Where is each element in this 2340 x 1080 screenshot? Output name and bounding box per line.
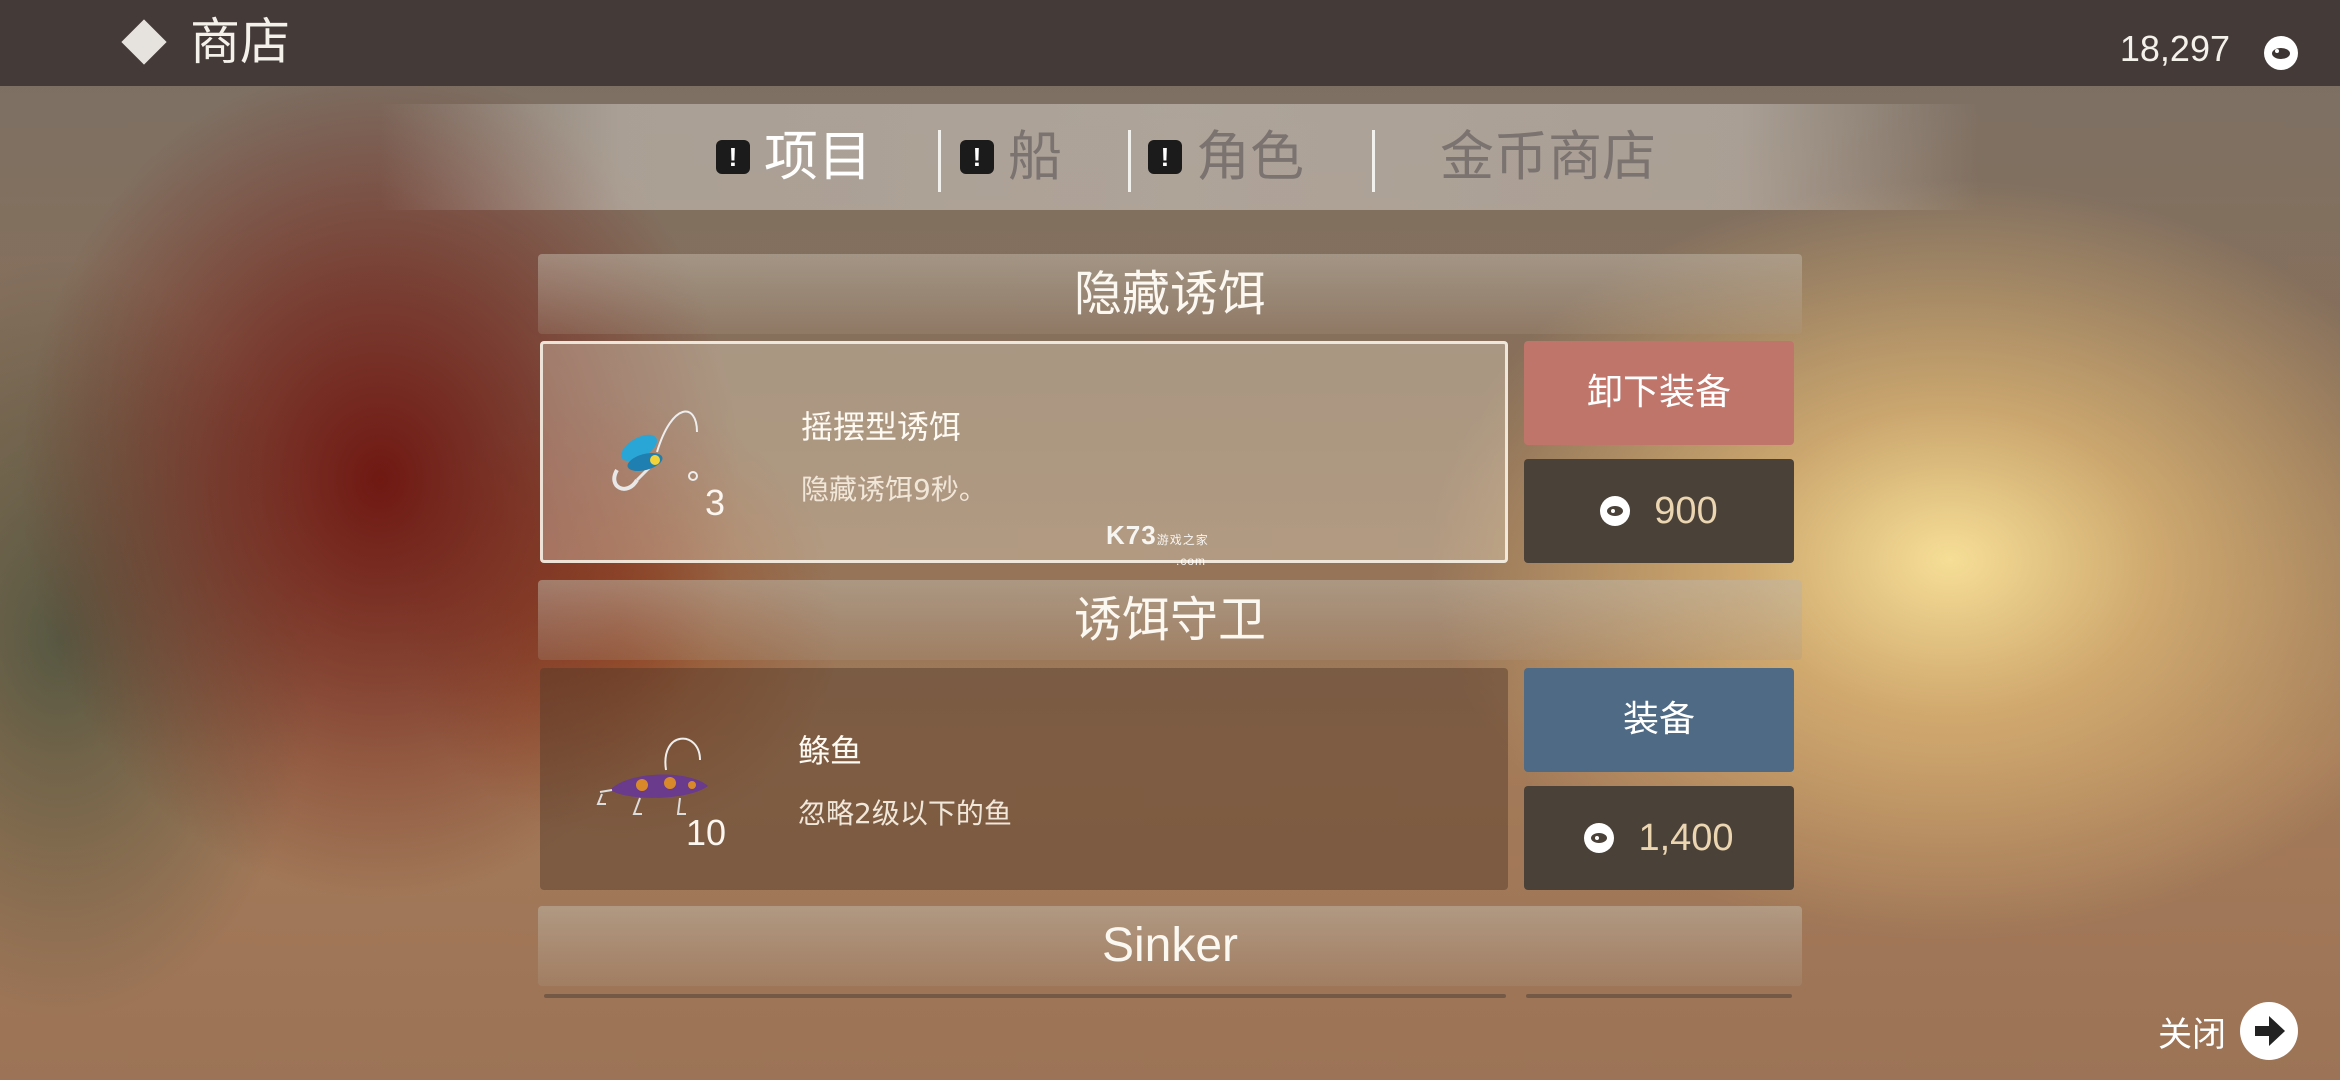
- alert-icon: !: [1148, 140, 1182, 174]
- price-value: 1,400: [1638, 816, 1734, 859]
- unequip-button[interactable]: 卸下装备: [1524, 341, 1794, 445]
- fish-coin-icon: [1584, 823, 1615, 853]
- arrow-right-icon: [2240, 1002, 2298, 1060]
- tab-boat[interactable]: ! 船: [960, 120, 1062, 194]
- top-bar: [0, 0, 2340, 86]
- tab-divider: [938, 130, 941, 192]
- item-quantity: 3: [705, 482, 726, 523]
- tab-divider: [1372, 130, 1375, 192]
- alert-icon: !: [960, 140, 994, 174]
- section-header-sinker: Sinker: [538, 906, 1802, 986]
- close-button[interactable]: 关闭: [2158, 1002, 2298, 1060]
- coin-balance: 18,297: [2119, 28, 2230, 69]
- fish-coin-icon: [2264, 36, 2298, 70]
- item-description: 忽略2级以下的鱼: [798, 797, 1012, 830]
- fish-coin-icon: [1600, 496, 1631, 526]
- item-name: 摇摆型诱饵: [801, 408, 962, 446]
- fly-lure-icon: [612, 410, 698, 491]
- watermark-logo: K73游戏之家 .com: [1106, 520, 1209, 568]
- tab-label: 角色: [1196, 125, 1304, 188]
- tab-label: 船: [1008, 125, 1062, 188]
- button-edge: [1526, 994, 1792, 998]
- item-name: 鲦鱼: [798, 732, 863, 770]
- tab-label: 项目: [764, 125, 872, 188]
- section-header-hide-lure: 隐藏诱饵: [538, 254, 1802, 334]
- tab-gold-shop[interactable]: 金币商店: [1440, 120, 1656, 194]
- item-quantity: 10: [686, 812, 727, 853]
- tab-items[interactable]: ! 项目: [716, 120, 872, 194]
- tab-divider: [1128, 130, 1131, 192]
- close-label: 关闭: [2158, 1014, 2226, 1055]
- tab-character[interactable]: ! 角色: [1148, 120, 1304, 194]
- page-title: 商店: [190, 13, 290, 71]
- item-card-edge: [544, 994, 1506, 998]
- item-card-minnow[interactable]: 10 鲦鱼 忽略2级以下的鱼: [540, 668, 1508, 890]
- buy-price-button[interactable]: 900: [1524, 459, 1794, 563]
- tab-label: 金币商店: [1440, 125, 1656, 188]
- alert-icon: !: [716, 140, 750, 174]
- section-header-lure-guard: 诱饵守卫: [538, 580, 1802, 660]
- price-value: 900: [1654, 489, 1718, 532]
- equip-button[interactable]: 装备: [1524, 668, 1794, 772]
- buy-price-button[interactable]: 1,400: [1524, 786, 1794, 890]
- item-card-wobbler-lure[interactable]: 3 摇摆型诱饵 隐藏诱饵9秒。: [540, 341, 1508, 563]
- item-description: 隐藏诱饵9秒。: [801, 473, 987, 506]
